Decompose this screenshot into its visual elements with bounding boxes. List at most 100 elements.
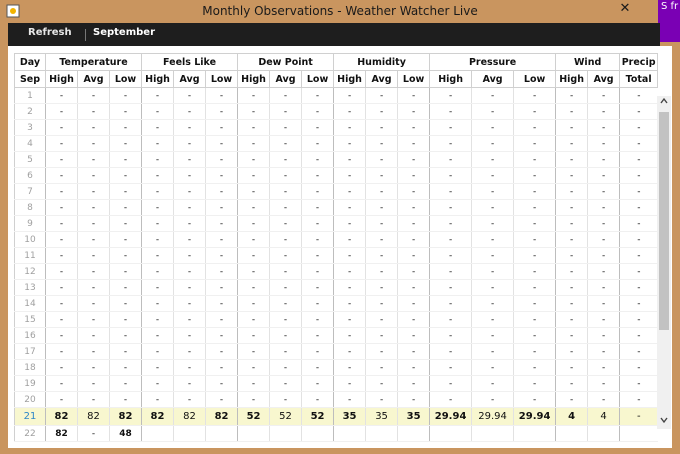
data-cell: - (587, 151, 620, 168)
day-cell: 1 (14, 87, 46, 104)
group-header-precip[interactable]: Precip (619, 53, 659, 71)
data-cell: - (108, 375, 142, 392)
data-cell: - (45, 183, 78, 200)
sub-header[interactable]: Avg (365, 70, 399, 88)
table-row[interactable]: 21 82 82 82 82 82 82 52 52 52 35 35 35 29.94 29.94 29.9… (14, 407, 658, 426)
data-cell: - (513, 263, 556, 280)
data-cell: - (45, 199, 78, 216)
data-cell: - (301, 343, 334, 360)
sub-header[interactable]: Avg (269, 70, 303, 88)
table-row[interactable]: 18- - - - - - - - - - - - - - - - - - (14, 359, 658, 376)
table-row[interactable]: 17- - - - - - - - - - - - - - - - - - (14, 343, 658, 360)
sub-header[interactable]: Low (397, 70, 431, 88)
data-cell: - (173, 263, 206, 280)
data-cell (141, 425, 174, 442)
refresh-button[interactable]: Refresh (28, 27, 72, 38)
data-cell: - (429, 199, 472, 216)
table-row[interactable]: 12- - - - - - - - - - - - - - - - - - (14, 263, 658, 280)
data-cell: - (77, 119, 110, 136)
sub-header[interactable]: Avg (471, 70, 515, 88)
table-row[interactable]: 9------------------ (14, 215, 658, 232)
data-cell: - (365, 199, 398, 216)
table-row[interactable]: 2------------------ (14, 103, 658, 120)
table-row[interactable]: 20- - - - - - - - - - - - - - - - - - (14, 391, 658, 408)
table-row[interactable]: 3------------------ (14, 119, 658, 136)
group-header-dew-point[interactable]: Dew Point (237, 53, 335, 71)
day-cell: 8 (14, 199, 46, 216)
data-cell: - (555, 279, 588, 296)
table-row[interactable]: 8------------------ (14, 199, 658, 216)
table-row[interactable]: 4------------------ (14, 135, 658, 152)
data-cell: - (237, 263, 270, 280)
data-cell: - (108, 135, 142, 152)
data-cell: - (141, 87, 174, 104)
data-cell (397, 425, 430, 442)
day-cell: 2 (14, 103, 46, 120)
table-row[interactable]: 11- - - - - - - - - - - - - - - - - - (14, 247, 658, 264)
table-row[interactable]: 5------------------ (14, 151, 658, 168)
sub-header[interactable]: Low (205, 70, 239, 88)
data-cell: - (397, 135, 430, 152)
sub-header[interactable]: Sep (14, 70, 46, 88)
day-cell: 10 (14, 231, 46, 248)
group-header-temperature[interactable]: Temperature (44, 53, 143, 71)
sub-header[interactable]: High (141, 70, 175, 88)
sub-header[interactable]: High (333, 70, 367, 88)
data-cell: - (333, 103, 366, 120)
sub-header[interactable]: High (45, 70, 78, 88)
table-row[interactable]: 1------------------ (14, 87, 658, 104)
data-cell: - (471, 151, 514, 168)
data-cell: - (619, 359, 658, 376)
chevron-down-icon[interactable] (657, 415, 671, 429)
close-icon: ✕ (619, 1, 631, 16)
data-cell: - (141, 279, 174, 296)
data-cell: - (45, 151, 78, 168)
data-cell: - (513, 167, 556, 184)
table-row[interactable]: 19- - - - - - - - - - - - - - - - - - (14, 375, 658, 392)
overlay-badge[interactable]: S fr (658, 0, 680, 42)
vertical-scrollbar[interactable] (657, 96, 671, 429)
close-button[interactable]: ✕ (612, 0, 638, 18)
data-cell: - (429, 359, 472, 376)
sub-header[interactable]: Low (108, 70, 143, 88)
table-row[interactable]: 22 82-48 (14, 425, 658, 442)
data-cell: - (587, 183, 620, 200)
sub-header[interactable]: High (555, 70, 589, 88)
data-cell: - (365, 231, 398, 248)
table-row[interactable]: 14- - - - - - - - - - - - - - - - - - (14, 295, 658, 312)
group-header-pressure[interactable]: Pressure (429, 53, 557, 71)
group-header-feels-like[interactable]: Feels Like (141, 53, 239, 71)
data-cell: - (429, 247, 472, 264)
table-row[interactable]: 10- - - - - - - - - - - - - - - - - - (14, 231, 658, 248)
sub-header[interactable]: Low (513, 70, 557, 88)
sub-header[interactable]: Low (301, 70, 335, 88)
group-header-day[interactable]: Day (14, 53, 46, 71)
data-cell: - (471, 247, 514, 264)
table-row[interactable]: 15- - - - - - - - - - - - - - - - - - (14, 311, 658, 328)
data-cell: 29.94 (429, 407, 472, 426)
sub-header[interactable]: Avg (173, 70, 207, 88)
group-header-wind[interactable]: Wind (555, 53, 621, 71)
table-row[interactable]: 7------------------ (14, 183, 658, 200)
title-bar[interactable]: Monthly Observations - Weather Watcher L… (0, 0, 680, 23)
chevron-up-icon[interactable] (657, 96, 671, 110)
table-row[interactable]: 16- - - - - - - - - - - - - - - - - - (14, 327, 658, 344)
data-cell: - (587, 87, 620, 104)
sub-header[interactable]: Avg (77, 70, 110, 88)
data-cell: - (108, 167, 142, 184)
data-cell: - (205, 199, 238, 216)
group-header-humidity[interactable]: Humidity (333, 53, 431, 71)
data-cell: - (205, 263, 238, 280)
sub-header[interactable]: Total (619, 70, 659, 88)
sub-header[interactable]: Avg (587, 70, 621, 88)
observations-table: Day Temperature Feels Like Dew Point Humidit… (14, 53, 659, 442)
table-row[interactable]: 13- - - - - - - - - - - - - - - - - - (14, 279, 658, 296)
data-cell: - (365, 215, 398, 232)
table-row[interactable]: 6------------------ (14, 167, 658, 184)
data-cell (619, 425, 658, 442)
sub-header[interactable]: High (237, 70, 271, 88)
sub-header[interactable]: High (429, 70, 473, 88)
month-label[interactable]: September (93, 27, 155, 38)
scrollbar-thumb[interactable] (659, 112, 669, 330)
data-cell: - (555, 183, 588, 200)
